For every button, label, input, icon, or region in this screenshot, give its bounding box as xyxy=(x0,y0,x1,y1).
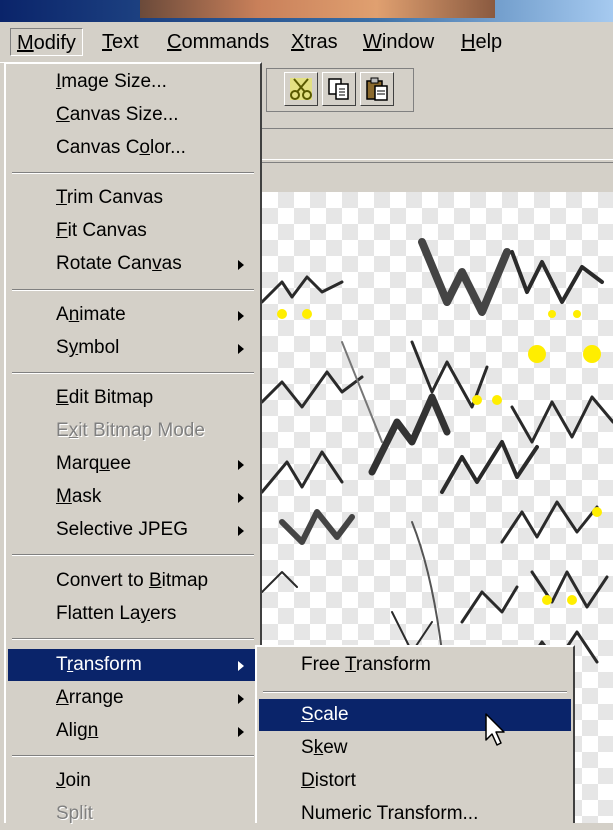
menu-item-free-transform[interactable]: Free Transform xyxy=(259,649,571,681)
menu-item-join[interactable]: Join xyxy=(8,765,258,797)
menu-item-rotate-canvas[interactable]: Rotate Canvas xyxy=(8,248,258,280)
menu-help[interactable]: Help xyxy=(455,28,508,56)
submenu-arrow-icon xyxy=(238,311,244,321)
menu-bar: Modify Text Commands Xtras Window Help xyxy=(0,22,613,63)
menu-separator xyxy=(263,691,567,693)
toolbar xyxy=(262,62,613,122)
submenu-arrow-icon xyxy=(238,526,244,536)
title-bar-image xyxy=(140,0,495,18)
menu-item-arrange[interactable]: Arrange xyxy=(8,682,258,714)
menu-item-trim-canvas[interactable]: Trim Canvas xyxy=(8,182,258,214)
modify-menu: Image Size... Canvas Size... Canvas Colo… xyxy=(4,62,262,824)
mouse-pointer-icon xyxy=(485,713,505,746)
submenu-arrow-icon xyxy=(238,344,244,354)
menu-item-animate[interactable]: Animate xyxy=(8,299,258,331)
options-bar xyxy=(262,128,613,160)
menu-item-canvas-color[interactable]: Canvas Color... xyxy=(8,132,258,164)
transform-submenu: Free Transform Scale Skew Distort Numeri… xyxy=(255,645,575,824)
menu-item-split: Split xyxy=(56,803,93,824)
submenu-arrow-icon xyxy=(238,727,244,737)
title-bar xyxy=(0,0,613,22)
copy-icon xyxy=(328,78,349,100)
menu-item-mask[interactable]: Mask xyxy=(8,481,258,513)
submenu-arrow-icon xyxy=(238,694,244,704)
menu-item-distort[interactable]: Distort xyxy=(259,765,571,797)
menu-item-convert-to-bitmap[interactable]: Convert to Bitmap xyxy=(8,565,258,597)
menu-separator xyxy=(12,289,254,291)
cut-button[interactable] xyxy=(284,72,318,106)
menu-item-transform[interactable]: Transform xyxy=(8,649,258,681)
menu-item-numeric-transform[interactable]: Numeric Transform... xyxy=(259,798,571,830)
menu-separator xyxy=(12,755,254,757)
menu-xtras[interactable]: Xtras xyxy=(285,28,344,56)
menu-separator xyxy=(12,172,254,174)
menu-item-scale[interactable]: Scale xyxy=(259,699,571,731)
menu-item-image-size[interactable]: Image Size... xyxy=(8,66,258,98)
menu-item-align[interactable]: Align xyxy=(8,715,258,747)
menu-separator xyxy=(12,372,254,374)
paste-icon xyxy=(366,77,388,101)
menu-item-edit-bitmap[interactable]: Edit Bitmap xyxy=(8,382,258,414)
menu-separator xyxy=(12,554,254,556)
menu-item-exit-bitmap-mode: Exit Bitmap Mode xyxy=(56,420,205,441)
menu-item-canvas-size[interactable]: Canvas Size... xyxy=(8,99,258,131)
copy-button[interactable] xyxy=(322,72,356,106)
cut-icon xyxy=(290,78,312,100)
submenu-arrow-icon xyxy=(238,661,244,671)
submenu-arrow-icon xyxy=(238,493,244,503)
menu-modify[interactable]: Modify xyxy=(10,28,83,56)
submenu-arrow-icon xyxy=(238,260,244,270)
menu-item-selective-jpeg[interactable]: Selective JPEG xyxy=(8,514,258,546)
menu-separator xyxy=(12,638,254,640)
menu-item-marquee[interactable]: Marquee xyxy=(8,448,258,480)
menu-item-fit-canvas[interactable]: Fit Canvas xyxy=(8,215,258,247)
paste-button[interactable] xyxy=(360,72,394,106)
menu-item-flatten-layers[interactable]: Flatten Layers xyxy=(8,598,258,630)
submenu-arrow-icon xyxy=(238,460,244,470)
menu-item-skew[interactable]: Skew xyxy=(259,732,571,764)
ruler-bar xyxy=(262,162,613,193)
menu-commands[interactable]: Commands xyxy=(161,28,275,56)
menu-item-symbol[interactable]: Symbol xyxy=(8,332,258,364)
menu-text[interactable]: Text xyxy=(96,28,145,56)
menu-window[interactable]: Window xyxy=(357,28,440,56)
